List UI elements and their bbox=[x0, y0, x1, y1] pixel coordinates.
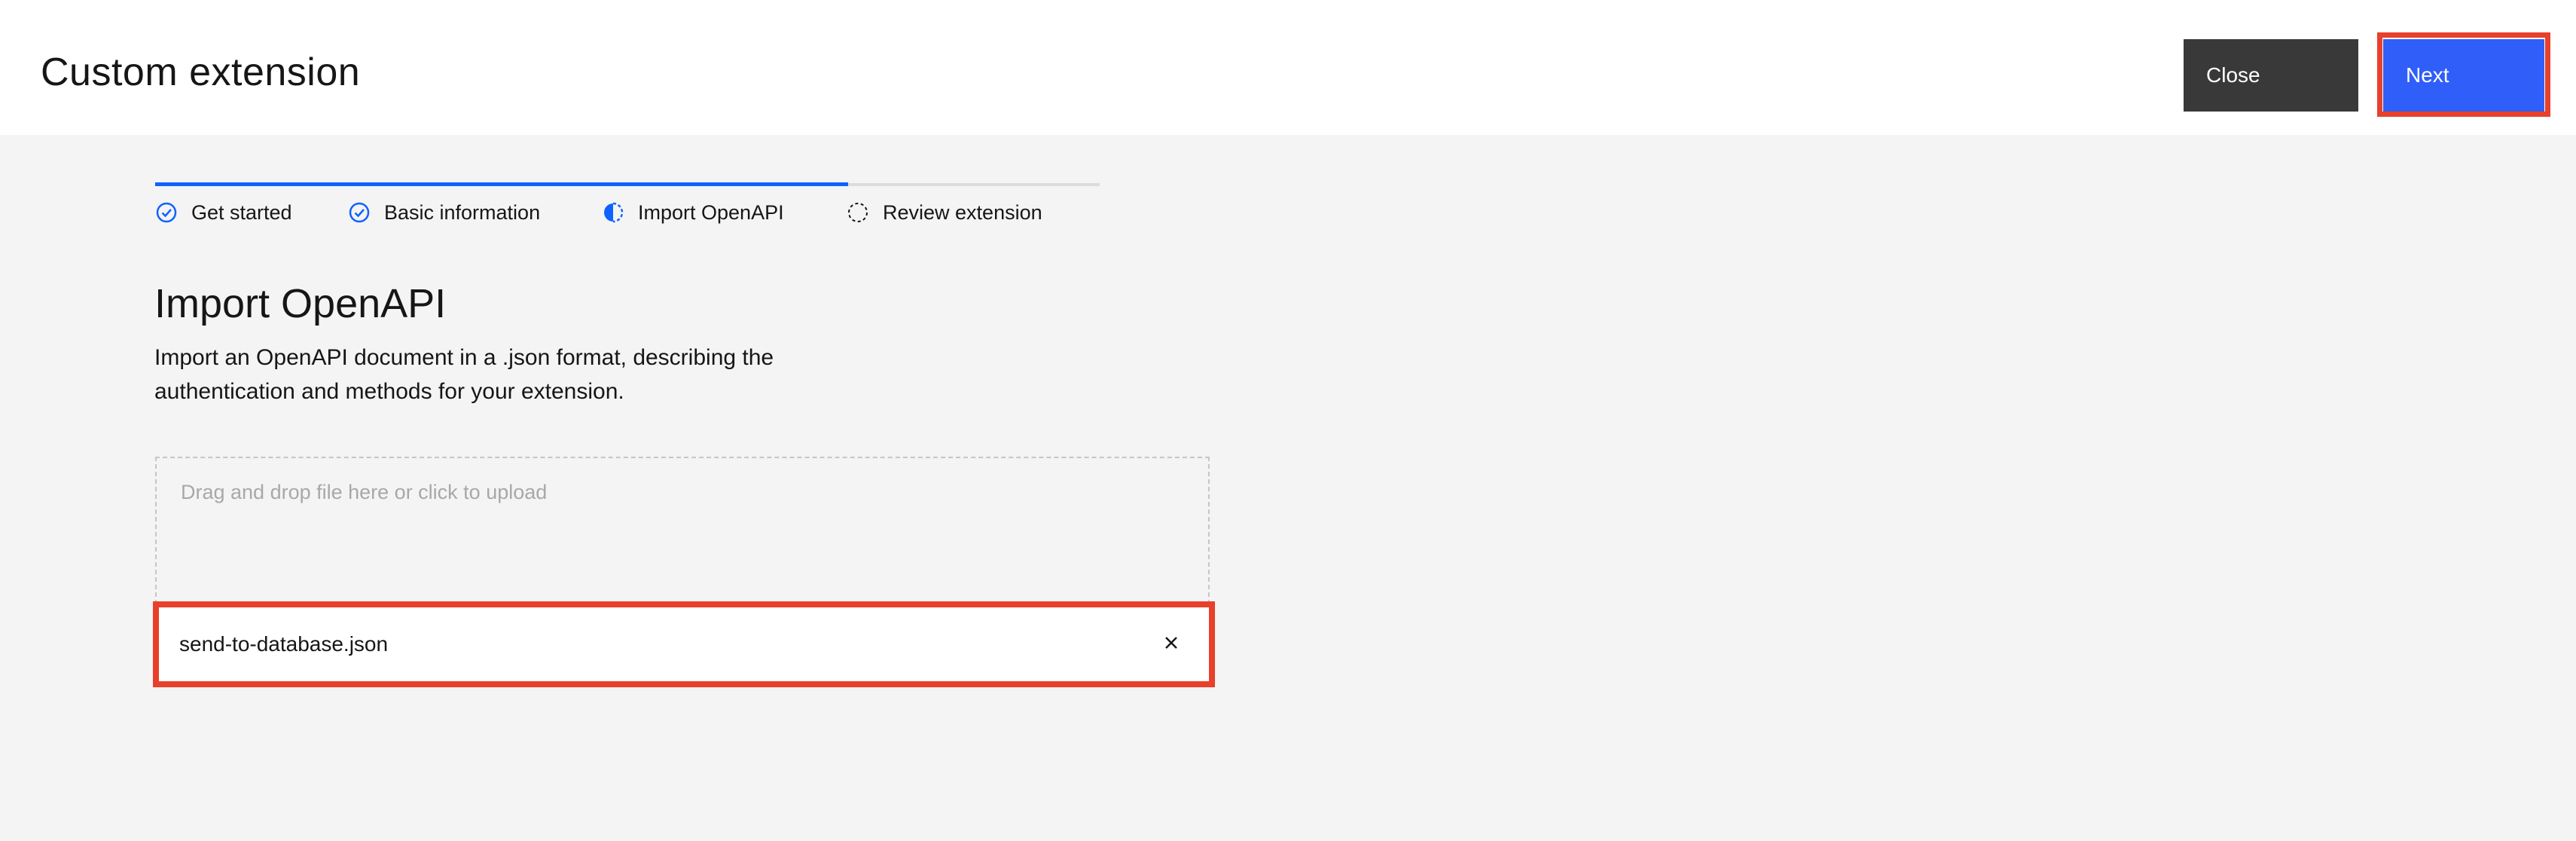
step-import-openapi[interactable]: Import OpenAPI bbox=[602, 197, 784, 228]
dropzone-text: Drag and drop file here or click to uplo… bbox=[181, 481, 548, 503]
close-button[interactable]: Close bbox=[2184, 39, 2358, 112]
close-icon bbox=[1163, 635, 1180, 655]
circle-dash-icon bbox=[847, 201, 869, 224]
remove-file-button[interactable] bbox=[1152, 625, 1190, 663]
next-button[interactable]: Next bbox=[2383, 39, 2544, 112]
step-label: Get started bbox=[191, 200, 292, 224]
checkmark-outline-icon bbox=[348, 201, 371, 224]
step-basic-information[interactable]: Basic information bbox=[348, 197, 540, 228]
step-get-started[interactable]: Get started bbox=[155, 197, 292, 228]
page-title: Import OpenAPI bbox=[154, 281, 447, 326]
uploaded-file-item: send-to-database.json bbox=[161, 609, 1207, 680]
step-label: Review extension bbox=[883, 200, 1042, 224]
incomplete-half-icon bbox=[602, 201, 624, 224]
progress-indicator: Get started Basic information Import Ope… bbox=[155, 181, 1100, 226]
checkmark-outline-icon bbox=[155, 201, 178, 224]
page-description: Import an OpenAPI document in a .json fo… bbox=[154, 345, 774, 404]
file-dropzone[interactable]: Drag and drop file here or click to uplo… bbox=[155, 457, 1210, 604]
file-name: send-to-database.json bbox=[179, 632, 389, 656]
step-review-extension[interactable]: Review extension bbox=[847, 197, 1042, 228]
step-label: Basic information bbox=[384, 200, 541, 224]
progress-fill bbox=[155, 182, 848, 186]
app-title: Custom extension bbox=[41, 50, 361, 94]
page-header: Custom extension Close Next bbox=[0, 0, 2576, 135]
step-label: Import OpenAPI bbox=[638, 200, 784, 224]
